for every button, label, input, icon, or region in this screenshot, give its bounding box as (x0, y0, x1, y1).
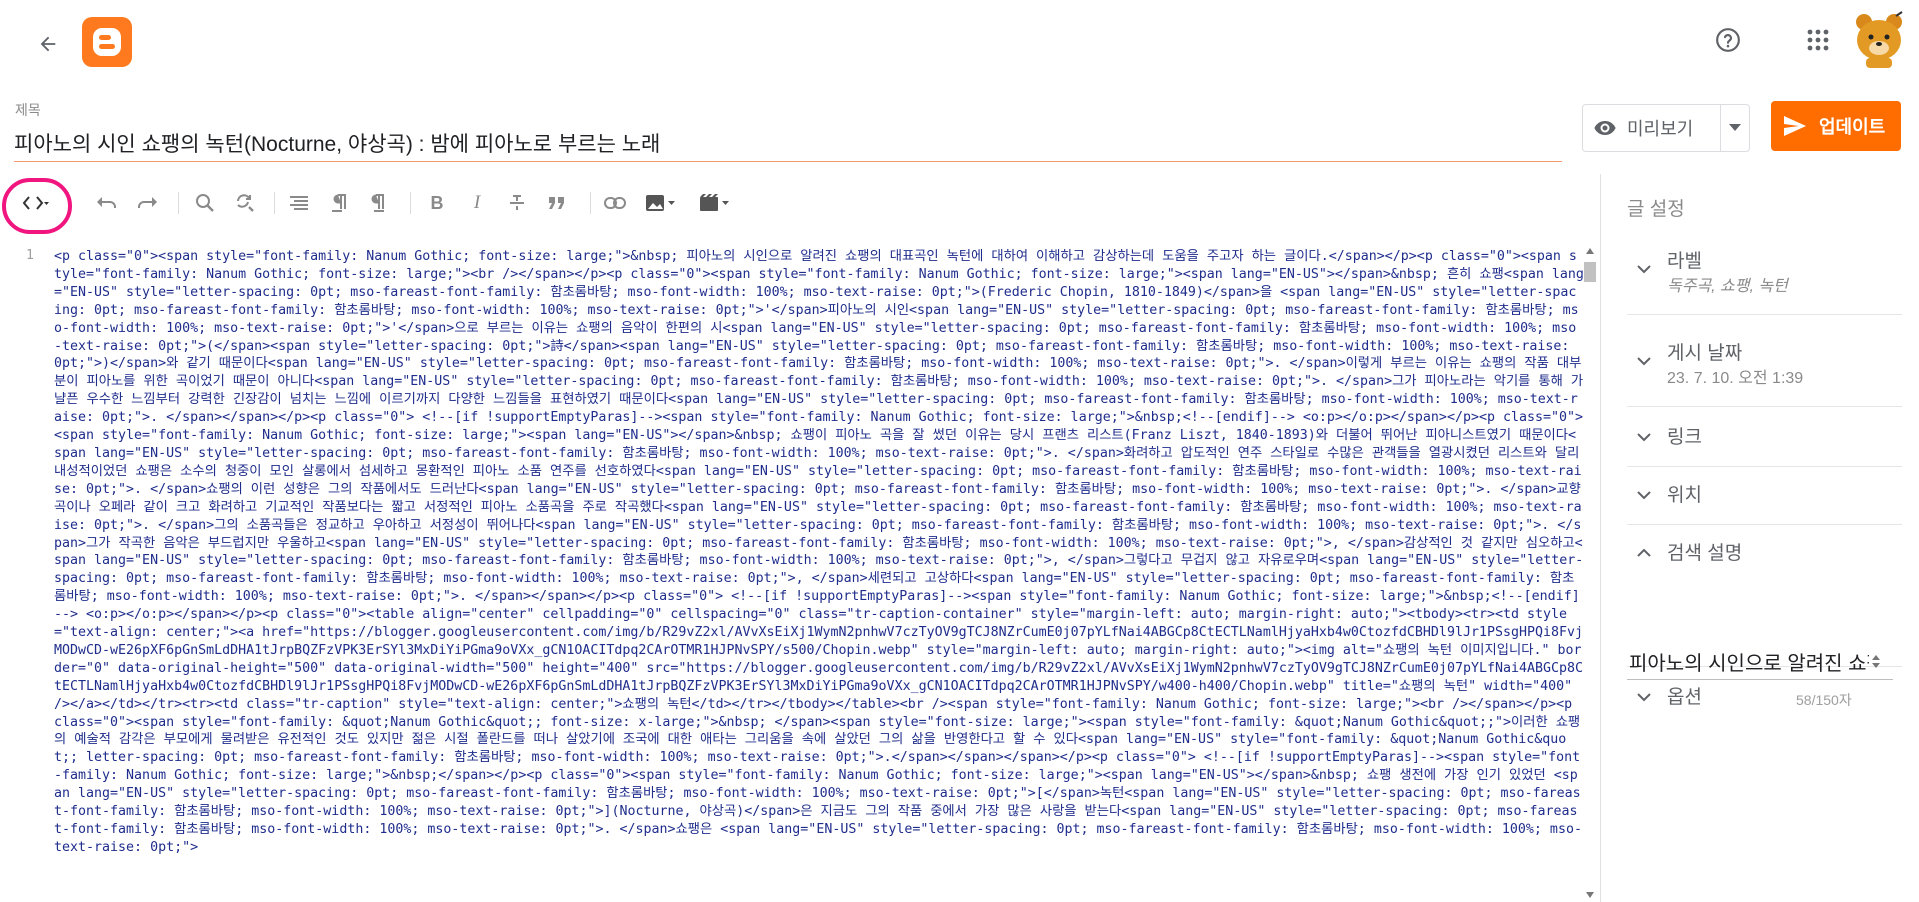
preview-label: 미리보기 (1627, 119, 1694, 139)
chevron-down-icon (1637, 357, 1651, 366)
image-icon (646, 195, 675, 211)
publish-date-section[interactable]: 게시 날짜 23. 7. 10. 오전 1:39 (1627, 338, 1902, 394)
redo-icon (138, 197, 157, 208)
labels-title: 라벨 (1667, 251, 1702, 272)
paragraph-ltr-icon (332, 194, 346, 212)
labels-section[interactable]: 라벨 독주곡, 쇼팽, 녹턴 (1627, 246, 1902, 302)
preview-dropdown-button[interactable] (1721, 124, 1749, 132)
link-button[interactable] (598, 186, 632, 220)
chevron-down-icon (1637, 265, 1651, 274)
caret-down-icon (1729, 124, 1741, 131)
search-icon (196, 194, 214, 212)
toolbar-divider (590, 192, 591, 214)
format-button[interactable] (282, 186, 316, 220)
search-button[interactable] (188, 186, 222, 220)
chevron-down-icon (1637, 433, 1651, 442)
resize-spinner[interactable] (1869, 649, 1883, 675)
help-circle-icon (1716, 28, 1740, 52)
section-divider (1627, 406, 1902, 407)
insert-image-button[interactable] (640, 186, 682, 220)
section-divider (1627, 524, 1902, 525)
editor-toolbar: B I (0, 176, 1600, 236)
top-bar (0, 0, 1919, 90)
chevron-down-icon (1637, 693, 1651, 702)
preview-button-group: 미리보기 (1582, 104, 1750, 152)
scroll-up-arrow-icon[interactable] (1586, 248, 1594, 254)
avatar-bear-icon (1856, 11, 1903, 68)
update-label: 업데이트 (1819, 117, 1886, 137)
find-replace-icon (237, 194, 254, 212)
scroll-down-arrow-icon[interactable] (1586, 892, 1594, 898)
chevron-up-icon (1637, 548, 1651, 557)
paragraph-ltr-button[interactable] (322, 186, 356, 220)
title-label: 제목 (15, 102, 41, 118)
editor-scrollbar[interactable] (1582, 246, 1598, 902)
spin-up-icon (1872, 655, 1880, 660)
quote-button[interactable] (540, 186, 574, 220)
publish-date-value: 23. 7. 10. 오전 1:39 (1667, 370, 1804, 387)
section-divider (1627, 466, 1902, 467)
paragraph-rtl-icon (371, 194, 384, 212)
html-view-highlight-ring (2, 178, 72, 234)
post-title-area[interactable]: 제목 피아노의 시인 쇼팽의 녹턴(Nocturne, 야상곡) : 밤에 피아… (14, 100, 1562, 162)
preview-button[interactable]: 미리보기 (1583, 105, 1721, 151)
html-code-editor[interactable]: 1 <p class="0"><span style="font-family:… (0, 246, 1600, 902)
scroll-thumb[interactable] (1584, 262, 1596, 282)
link-section[interactable]: 링크 (1627, 422, 1902, 452)
line-number: 1 (26, 248, 34, 263)
location-section[interactable]: 위치 (1627, 480, 1902, 510)
eye-icon (1594, 121, 1616, 135)
avatar[interactable] (1852, 10, 1906, 68)
apps-grid-icon (1807, 29, 1829, 51)
back-button[interactable] (30, 26, 66, 62)
publish-date-title: 게시 날짜 (1667, 343, 1743, 364)
post-settings-title: 글 설정 (1627, 199, 1685, 220)
insert-video-button[interactable] (694, 186, 736, 220)
find-replace-button[interactable] (228, 186, 262, 220)
undo-icon (97, 197, 116, 208)
blogger-logo-icon[interactable] (82, 17, 132, 67)
quote-icon (549, 197, 564, 209)
search-description-counter: 58/150자 (1796, 692, 1852, 708)
post-settings-panel: 글 설정 라벨 독주곡, 쇼팽, 녹턴 게시 날짜 23. 7. 10. 오전 … (1600, 174, 1919, 902)
location-title: 위치 (1667, 485, 1702, 506)
help-button[interactable] (1710, 22, 1746, 58)
bold-button[interactable]: B (420, 186, 454, 220)
post-title-input[interactable]: 피아노의 시인 쇼팽의 녹턴(Nocturne, 야상곡) : 밤에 피아노로 … (14, 128, 660, 158)
toolbar-divider (178, 192, 179, 214)
strikethrough-button[interactable] (500, 186, 534, 220)
strikethrough-icon (510, 195, 524, 210)
link-icon (604, 197, 626, 209)
toolbar-divider (410, 192, 411, 214)
search-description-input[interactable]: 피아노의 시인으로 알려진 쇼팽의 대표곡인 녹턴에 대하여 이해하고 감상하는… (1627, 644, 1893, 680)
chevron-down-icon (1637, 491, 1651, 500)
redo-button[interactable] (130, 186, 164, 220)
update-button[interactable]: 업데이트 (1771, 101, 1901, 151)
options-section[interactable]: 옵션 (1627, 682, 1902, 712)
toolbar-divider (274, 192, 275, 214)
arrow-back-icon (40, 36, 56, 52)
search-description-title: 검색 설명 (1667, 543, 1743, 564)
video-icon (700, 194, 729, 211)
send-icon (1784, 116, 1806, 136)
link-title: 링크 (1667, 427, 1702, 448)
search-description-text[interactable]: 피아노의 시인으로 알려진 쇼팽의 대표곡인 녹턴에 대하여 이해하고 감상하는… (1627, 647, 1869, 676)
labels-value: 독주곡, 쇼팽, 녹턴 (1667, 278, 1788, 295)
undo-button[interactable] (90, 186, 124, 220)
section-divider (1627, 314, 1902, 315)
italic-button[interactable]: I (460, 186, 494, 220)
paragraph-rtl-button[interactable] (360, 186, 394, 220)
options-title: 옵션 (1667, 687, 1702, 708)
spin-down-icon (1872, 663, 1880, 668)
text-format-icon (290, 196, 308, 210)
html-source-text[interactable]: <p class="0"><span style="font-family: N… (54, 248, 1584, 902)
search-description-section[interactable]: 검색 설명 (1627, 538, 1902, 568)
apps-button[interactable] (1800, 22, 1836, 58)
